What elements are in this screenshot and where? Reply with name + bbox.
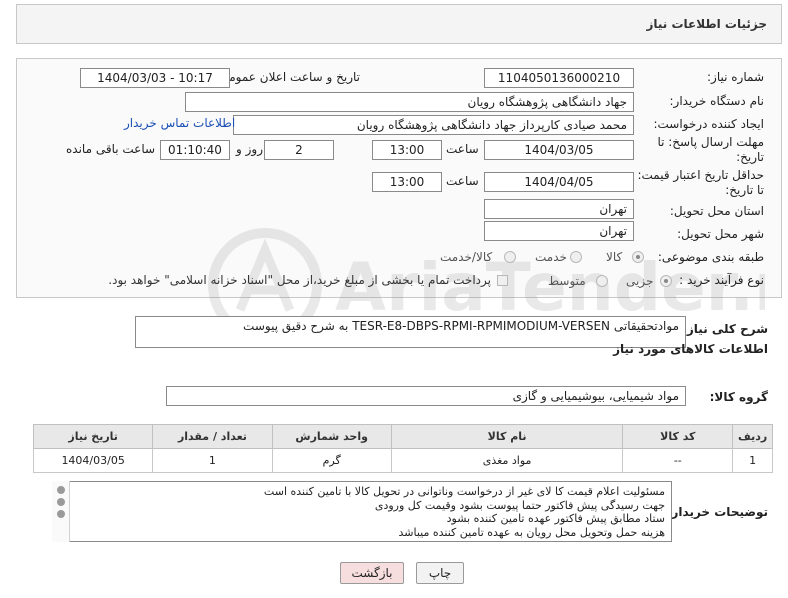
description-field: موادتحقیقاتی TESR-E8-DBPS-RPMI-RPMIMODIU…	[135, 316, 686, 348]
scroll-dot-icon[interactable]	[57, 510, 65, 518]
announce-date-label: تاریخ و ساعت اعلان عمومی:	[215, 70, 360, 84]
reply-deadline-label-2: تاریخ:	[736, 150, 764, 164]
buyer-org-label: نام دستگاه خریدار:	[669, 94, 765, 108]
goods-section-title: اطلاعات کالاهای مورد نیاز	[613, 342, 768, 356]
reply-date-field: 1404/03/05	[484, 140, 634, 160]
scroll-dot-icon[interactable]	[57, 486, 65, 494]
details-header: جزئیات اطلاعات نیاز	[16, 4, 782, 44]
category-label: طبقه بندی موضوعی:	[657, 250, 764, 264]
process-type-label: نوع فرآیند خرید :	[679, 273, 764, 287]
price-validity-label: حداقل تاریخ اعتبار قیمت:	[637, 168, 764, 182]
buyer-contact-link[interactable]: اطلاعات تماس خریدار	[124, 116, 235, 130]
price-validity-date-field: 1404/04/05	[484, 172, 634, 192]
delivery-city-field: تهران	[484, 221, 634, 241]
col-qty: تعداد / مقدار	[152, 424, 273, 449]
back-button[interactable]: بازگشت	[340, 562, 404, 584]
cell-date: 1404/03/05	[32, 448, 154, 473]
cell-row: 1	[732, 448, 773, 473]
need-number-label: شماره نیاز:	[707, 70, 764, 84]
table-row: 1 -- مواد مغذی گرم 1 1404/03/05	[32, 448, 773, 473]
price-validity-time-field: 13:00	[372, 172, 442, 192]
goods-table: ردیف کد کالا نام کالا واحد شمارش تعداد /…	[32, 424, 773, 473]
reply-time-field: 13:00	[372, 140, 442, 160]
cell-qty: 1	[152, 448, 273, 473]
process-option-medium: متوسط	[548, 274, 586, 288]
buyer-org-field: جهاد دانشگاهی پژوهشگاه رویان	[185, 92, 634, 112]
delivery-city-label: شهر محل تحویل:	[677, 227, 764, 241]
col-name: نام کالا	[390, 424, 624, 449]
category-option-service: خدمت	[535, 250, 567, 264]
category-radio-goods-service[interactable]	[504, 251, 516, 263]
reply-time-label: ساعت	[446, 142, 479, 156]
process-option-minor: جزیی	[626, 274, 654, 288]
page-title: جزئیات اطلاعات نیاز	[646, 17, 767, 31]
delivery-province-label: استان محل تحویل:	[669, 204, 764, 218]
note-line: هزینه حمل وتحویل محل رویان به عهده تامین…	[398, 525, 665, 539]
print-button[interactable]: چاپ	[416, 562, 464, 584]
scroll-dot-icon[interactable]	[57, 498, 65, 506]
creator-label: ایجاد کننده درخواست:	[653, 117, 764, 131]
reply-days-field: 2	[264, 140, 334, 160]
category-radio-service[interactable]	[570, 251, 582, 263]
cell-code: --	[622, 448, 734, 473]
buyer-notes-label: توضیحات خریدار:	[666, 505, 768, 519]
note-line: مسئولیت اعلام قیمت کا لای غیر از درخواست…	[263, 485, 665, 498]
buyer-notes-field[interactable]: مسئولیت اعلام قیمت کا لای غیر از درخواست…	[52, 481, 672, 542]
col-date: تاریخ نیاز	[32, 424, 154, 449]
delivery-province-field: تهران	[484, 199, 634, 219]
category-option-goods-service: کالا/خدمت	[440, 250, 493, 264]
need-number-field: 1104050136000210	[484, 68, 634, 88]
col-row: ردیف	[732, 424, 773, 449]
description-label: شرح کلی نیاز:	[682, 322, 768, 336]
note-line: جهت رسیدگی پیش فاکتور حتما پیوست بشود وق…	[374, 498, 665, 512]
goods-table-header: ردیف کد کالا نام کالا واحد شمارش تعداد /…	[32, 424, 773, 449]
cell-unit: گرم	[271, 448, 392, 473]
creator-field: محمد صیادی کارپرداز جهاد دانشگاهی پژوهشگ…	[233, 115, 634, 135]
process-radio-minor[interactable]	[660, 275, 672, 287]
announce-date-field: 1404/03/03 - 10:17	[80, 68, 230, 88]
reply-days-label: روز و	[236, 142, 263, 156]
treasury-checkbox[interactable]	[497, 275, 508, 286]
process-radio-medium[interactable]	[596, 275, 608, 287]
category-option-goods: کالا	[606, 250, 623, 264]
price-validity-time-label: ساعت	[446, 174, 479, 188]
category-radio-goods[interactable]	[632, 251, 644, 263]
reply-deadline-label: مهلت ارسال پاسخ: تا	[657, 135, 764, 149]
price-validity-label-2: تا تاریخ:	[725, 183, 764, 197]
col-code: کد کالا	[622, 424, 734, 449]
goods-group-label: گروه کالا:	[709, 390, 768, 404]
treasury-payment-note: پرداخت تمام یا بخشی از مبلغ خرید،از محل …	[108, 273, 491, 287]
goods-group-field: مواد شیمیایی، بیوشیمیایی و گازی	[166, 386, 686, 406]
remaining-time-field: 01:10:40	[160, 140, 230, 160]
cell-name: مواد مغذی	[390, 448, 624, 473]
note-line: ستاد مطابق پیش فاکتور عهده تامین کننده ب…	[446, 512, 665, 525]
col-unit: واحد شمارش	[271, 424, 392, 449]
remaining-time-label: ساعت باقی مانده	[66, 142, 156, 156]
